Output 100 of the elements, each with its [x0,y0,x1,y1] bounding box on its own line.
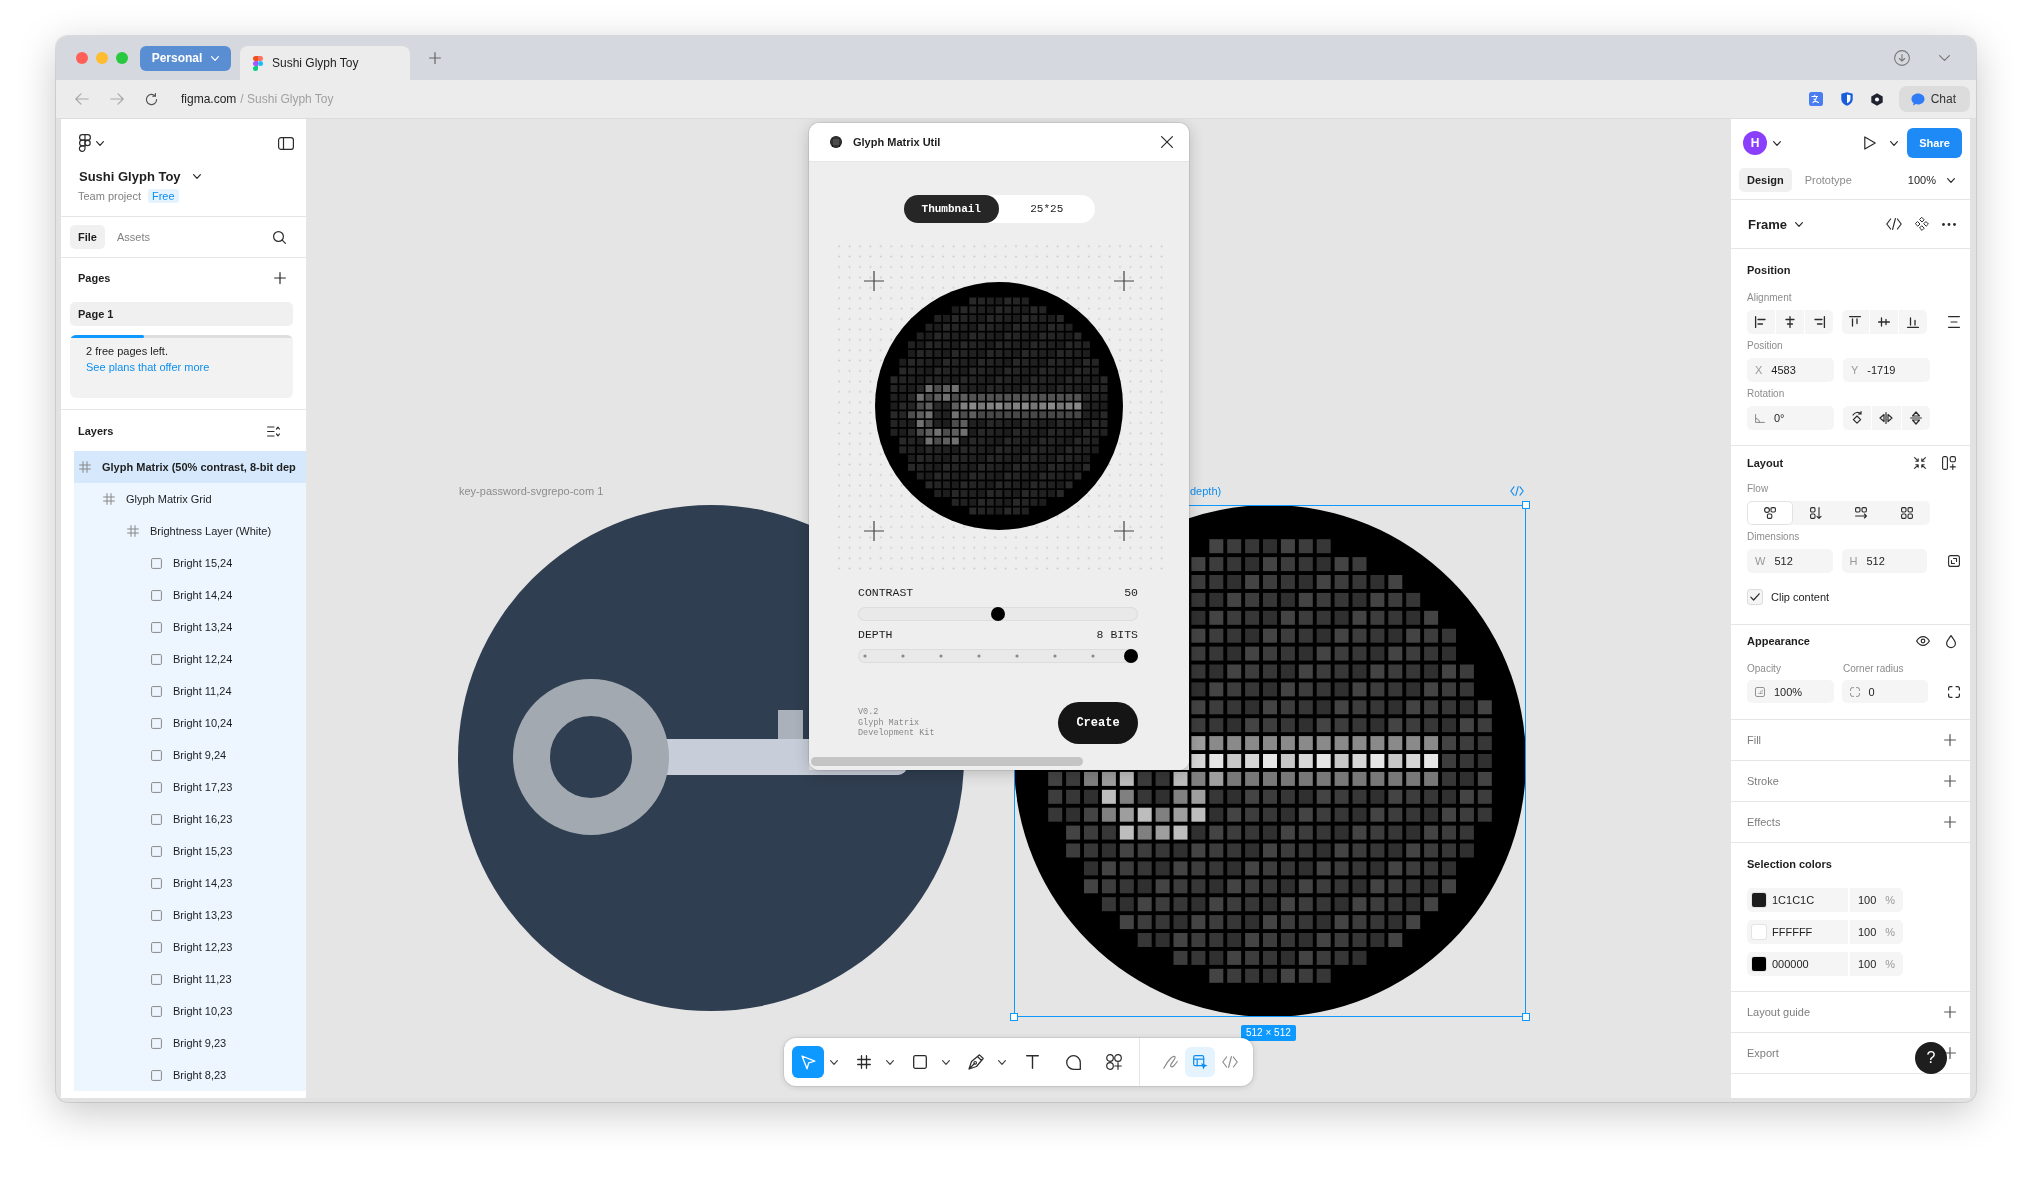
avatar[interactable]: H [1743,131,1767,155]
slider-track[interactable] [858,607,1138,621]
plus-icon[interactable] [1944,1047,1956,1059]
add-page-icon[interactable] [274,272,286,284]
close-icon[interactable] [1161,136,1173,148]
number-field[interactable]: X 4583 [1747,358,1834,382]
hexagon-icon[interactable] [1870,92,1883,106]
layer-row[interactable]: Bright 8,23 [74,1059,306,1091]
layer-row[interactable]: Glyph Matrix Grid [74,483,306,515]
chevron-down-icon[interactable] [998,1059,1006,1065]
layer-row[interactable]: Glyph Matrix (50% contrast, 8-bit dep [74,451,306,483]
layer-row[interactable]: Bright 9,23 [74,1027,306,1059]
layer-row[interactable]: Bright 16,23 [74,803,306,835]
distribute-icon[interactable] [1948,316,1960,328]
mode-tab[interactable]: Thumbnail [903,195,999,223]
file-name-button[interactable]: Sushi Glyph Toy [77,167,201,185]
sidebar-toggle-icon[interactable] [278,136,294,150]
drop-icon[interactable] [1946,634,1956,648]
design-mode-button[interactable] [1185,1047,1215,1077]
code-icon[interactable] [1886,218,1902,230]
layer-row[interactable]: Bright 12,23 [74,931,306,963]
download-icon[interactable] [1894,50,1910,66]
chevron-down-icon[interactable] [830,1059,838,1065]
align-left-icon[interactable] [1754,316,1767,328]
color-row[interactable]: 1C1C1C 100 % [1747,888,1903,912]
chevron-down-icon[interactable] [1890,140,1898,146]
layer-row[interactable]: Bright 9,24 [74,739,306,771]
number-field[interactable]: H 512 [1841,549,1927,573]
color-row[interactable]: 000000 100 % [1747,952,1903,976]
layer-row[interactable]: Bright 12,24 [74,643,306,675]
independent-corners-icon[interactable] [1948,685,1960,698]
section-title: Stroke [1747,775,1779,787]
number-field[interactable]: Y -1719 [1843,358,1930,382]
chat-button[interactable]: Chat [1898,86,1970,112]
align-right-icon[interactable] [1812,316,1825,328]
chevron-down-icon[interactable] [886,1059,894,1065]
flip-vertical-icon[interactable] [1909,411,1922,425]
align-middle-icon[interactable] [1878,316,1891,328]
color-row[interactable]: FFFFFF 100 % [1747,920,1903,944]
layer-row[interactable]: Bright 13,23 [74,899,306,931]
layer-row[interactable]: Bright 15,23 [74,835,306,867]
chevron-down-icon[interactable] [1773,140,1781,146]
shrink-arrows-icon[interactable] [1914,457,1926,469]
mode-tab[interactable]: 25*25 [999,195,1095,223]
slider-value: 50 [1124,586,1138,600]
flip-horizontal-icon[interactable] [1879,412,1894,424]
add-layout-icon[interactable] [1942,456,1956,470]
layer-row[interactable]: Bright 10,23 [74,995,306,1027]
slider-thumb[interactable] [991,607,1005,621]
layer-row[interactable]: Bright 15,24 [74,547,306,579]
project-name: Team project [77,190,141,202]
list-sort-icon[interactable] [267,425,280,437]
selection-type-button[interactable]: Frame [1748,216,1804,232]
step-marker-icon [1015,654,1019,658]
move-tool-button[interactable] [792,1046,824,1078]
corner-radius-field[interactable]: 0 [1841,680,1928,703]
eye-icon[interactable] [1916,636,1930,646]
layer-row[interactable]: Bright 14,23 [74,867,306,899]
component-icon[interactable] [1915,217,1929,231]
layer-row[interactable]: Brightness Layer (White) [74,515,306,547]
layer-row[interactable]: Bright 11,23 [74,963,306,995]
rotate-icon[interactable] [1851,411,1864,425]
chevron-down-icon[interactable] [942,1059,950,1065]
browser-tab[interactable]: Sushi Glyph Toy [240,46,410,80]
slider-track[interactable] [858,649,1138,663]
panel-tab[interactable]: Assets [108,225,158,249]
rotation-field[interactable]: 0° [1747,406,1834,430]
reload-icon[interactable] [145,92,158,106]
chevron-down-icon [192,173,201,179]
layer-row[interactable]: Bright 17,23 [74,771,306,803]
number-field[interactable]: W 512 [1747,549,1833,573]
slider-thumb[interactable] [1124,649,1138,663]
align-center-icon[interactable] [1783,316,1796,328]
scrollbar-thumb[interactable] [811,757,1083,766]
play-icon[interactable] [1864,136,1876,150]
align-top-icon[interactable] [1849,316,1862,328]
page-item[interactable]: Page 1 [70,302,293,326]
layer-row[interactable]: Bright 14,24 [74,579,306,611]
resize-icon[interactable] [1948,555,1960,567]
square-icon [151,557,162,569]
layer-row[interactable]: Bright 11,24 [74,675,306,707]
main-menu-button[interactable] [77,134,104,152]
translate-icon[interactable] [1808,92,1823,106]
create-button[interactable]: Create [1058,702,1138,744]
checkbox[interactable] [1747,589,1763,605]
layer-row[interactable]: Bright 13,24 [74,611,306,643]
help-button[interactable]: ? [1915,1042,1947,1074]
shield-icon[interactable] [1840,92,1853,106]
new-tab-icon[interactable] [429,52,441,64]
flow-option[interactable] [1747,501,1793,525]
search-icon[interactable] [273,230,286,244]
panel-tab[interactable]: File [70,225,105,249]
opacity-field[interactable]: 100% [1747,680,1834,703]
more-icon[interactable] [1942,222,1956,226]
panel-tab[interactable]: Design [1739,168,1792,192]
zoom-menu-button[interactable]: 100% [1907,174,1955,186]
url-host[interactable]: figma.com [181,92,237,106]
align-bottom-icon[interactable] [1907,316,1920,328]
panel-tab[interactable]: Prototype [1796,168,1860,192]
layer-row[interactable]: Bright 10,24 [74,707,306,739]
